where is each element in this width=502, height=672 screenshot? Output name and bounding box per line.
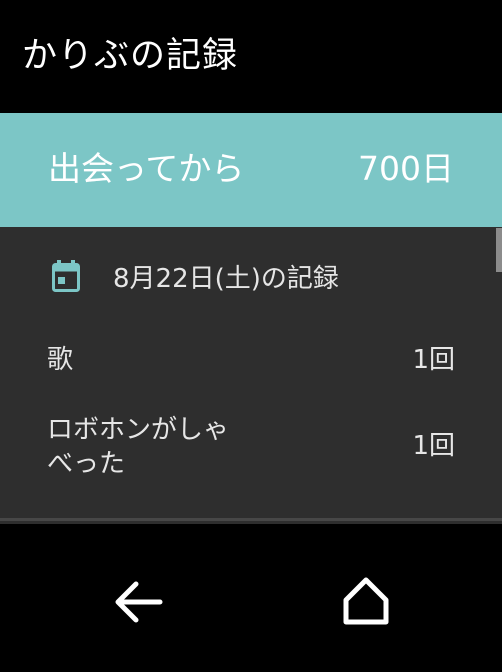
calendar-icon [52,260,80,292]
record-item-count: 1回 [412,431,455,461]
record-item-label: 歌 [47,345,74,375]
app-title: かりぶの記録 [22,36,239,76]
record-item-label: ロボホンがしゃ [47,415,230,445]
screen: かりぶの記録 出会ってから 700日 8月22日(土)の記録 歌 1回 ロボホン… [0,0,502,672]
scrollbar-thumb[interactable] [496,228,502,272]
divider [0,518,502,521]
arrow-back-icon[interactable] [110,574,166,630]
record-item-label-continued: べった [47,449,126,479]
record-item-count: 1回 [412,345,455,375]
navigation-bar [0,524,502,672]
days-since-meeting-value: 700日 [358,149,454,188]
home-icon[interactable] [338,574,394,630]
record-date-label: 8月22日(土)の記録 [113,264,339,294]
days-since-meeting-label: 出会ってから [48,149,245,188]
app-bar: かりぶの記録 [0,0,502,113]
